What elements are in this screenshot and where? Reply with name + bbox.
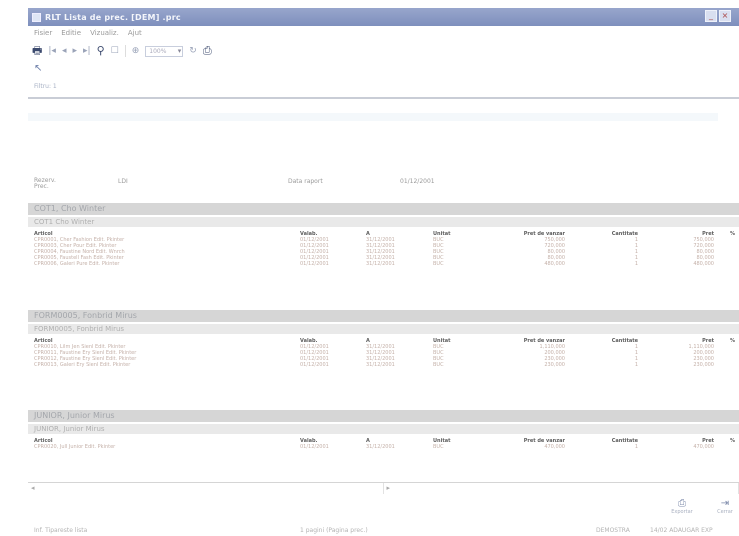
ruta-value: LDI bbox=[118, 178, 128, 185]
cell-pret: 230,000 bbox=[693, 362, 714, 368]
first-page-icon[interactable]: |◂ bbox=[48, 46, 56, 56]
cell-valab: 01/12/2001 bbox=[300, 444, 329, 450]
cell-pret-vanzar: 480,000 bbox=[544, 261, 565, 267]
cell-articol: CPR0006, Galeri Pure Edit. Pkinter bbox=[34, 261, 120, 267]
status-bar: Inf. Tipareste lista 1 pagini (Pagina pr… bbox=[28, 526, 739, 536]
export-icon[interactable]: ⎙ bbox=[203, 45, 212, 56]
group-subtitle: JUNIOR, Junior Mirus bbox=[28, 424, 739, 434]
print-icon[interactable]: 🖶 bbox=[32, 45, 42, 56]
cell-unitat: BUC bbox=[433, 444, 444, 450]
cell-a: 31/12/2001 bbox=[366, 261, 395, 267]
price-group: COT1, Cho Winter COT1 Cho Winter Articol… bbox=[28, 203, 739, 267]
group-subtitle: FORM0005, Fonbrid Mirus bbox=[28, 324, 739, 334]
price-group: JUNIOR, Junior Mirus JUNIOR, Junior Miru… bbox=[28, 410, 739, 450]
group-title: COT1, Cho Winter bbox=[28, 203, 739, 215]
cell-articol: CPR0013, Galeri Ery Sienl Edit. Pkinter bbox=[34, 362, 131, 368]
cell-pret: 470,000 bbox=[693, 444, 714, 450]
cell-pret: 480,000 bbox=[693, 261, 714, 267]
zoom-icon[interactable]: ⊕ bbox=[132, 46, 140, 56]
group-title: JUNIOR, Junior Mirus bbox=[28, 410, 739, 422]
export-doc-icon: ⎙ bbox=[678, 498, 686, 509]
cursor-icon[interactable]: ↖ bbox=[34, 63, 42, 74]
scroll-pane-right[interactable]: ▸ bbox=[384, 483, 739, 494]
app-icon bbox=[32, 12, 41, 22]
menu-bar: Fisier Editie Vizualiz. Ajut bbox=[28, 27, 739, 39]
toolbar: 🖶 |◂ ◂ ▸ ▸| ⚲ ☐ ⊕ 100% ↻ ⎙ bbox=[28, 42, 739, 60]
table-row: CPR0013, Galeri Ery Sienl Edit. Pkinter 0… bbox=[28, 362, 739, 368]
last-page-icon[interactable]: ▸| bbox=[83, 46, 91, 56]
status-user: DEMOSTRA bbox=[596, 527, 630, 534]
date-label: Data raport bbox=[288, 178, 323, 185]
refresh-icon[interactable]: ↻ bbox=[189, 46, 197, 56]
export-button[interactable]: ⎙ Exportar bbox=[669, 498, 695, 515]
menu-item-vizualiz[interactable]: Vizualiz. bbox=[90, 29, 119, 37]
export-button-label: Exportar bbox=[671, 509, 693, 515]
price-group: FORM0005, Fonbrid Mirus FORM0005, Fonbri… bbox=[28, 310, 739, 368]
cell-unitat: BUC bbox=[433, 261, 444, 267]
menu-item-fisier[interactable]: Fisier bbox=[34, 29, 52, 37]
zoom-select[interactable]: 100% bbox=[145, 45, 184, 57]
window-title: RLT Lista de prec. [DEM] .prc bbox=[45, 12, 181, 22]
cell-unitat: BUC bbox=[433, 362, 444, 368]
filter-label: Filtru: 1 bbox=[34, 83, 57, 90]
minimize-button[interactable]: _ bbox=[705, 10, 717, 22]
cell-valab: 01/12/2001 bbox=[300, 261, 329, 267]
cell-articol: CPR0020, Jull Junior Edit. Pkinter bbox=[34, 444, 116, 450]
next-page-icon[interactable]: ▸ bbox=[72, 46, 77, 56]
cell-a: 31/12/2001 bbox=[366, 444, 395, 450]
close-button[interactable]: ⇥ Cerrar bbox=[712, 498, 738, 515]
cell-cantitate: 1 bbox=[634, 444, 638, 450]
menu-item-editie[interactable]: Editie bbox=[61, 29, 81, 37]
status-middle: 1 pagini (Pagina prec.) bbox=[300, 527, 368, 534]
window-controls: _ × bbox=[705, 10, 731, 22]
cell-a: 31/12/2001 bbox=[366, 362, 395, 368]
prev-page-icon[interactable]: ◂ bbox=[62, 46, 67, 56]
status-left: Inf. Tipareste lista bbox=[34, 527, 88, 534]
table-row: CPR0020, Jull Junior Edit. Pkinter 01/12/… bbox=[28, 444, 739, 450]
close-button-label: Cerrar bbox=[717, 509, 733, 515]
ruta-label: Rezerv. Prec. bbox=[34, 177, 56, 190]
close-window-button[interactable]: × bbox=[719, 10, 731, 22]
scroll-right-icon[interactable]: ▸ bbox=[387, 484, 391, 492]
toolbar-separator bbox=[124, 45, 126, 57]
date-value: 01/12/2001 bbox=[400, 178, 435, 185]
find-icon[interactable]: ⚲ bbox=[97, 45, 105, 56]
table-row: CPR0006, Galeri Pure Edit. Pkinter 01/12/… bbox=[28, 261, 739, 267]
cell-pret-vanzar: 470,000 bbox=[544, 444, 565, 450]
window-titlebar: RLT Lista de prec. [DEM] .prc _ × bbox=[28, 8, 739, 26]
divider bbox=[28, 97, 739, 99]
scroll-left-icon[interactable]: ◂ bbox=[31, 484, 35, 492]
cell-valab: 01/12/2001 bbox=[300, 362, 329, 368]
scroll-pane-left[interactable]: ◂ bbox=[28, 483, 384, 494]
group-title: FORM0005, Fonbrid Mirus bbox=[28, 310, 739, 322]
cell-cantitate: 1 bbox=[634, 362, 638, 368]
cell-pret-vanzar: 230,000 bbox=[544, 362, 565, 368]
menu-item-ajut[interactable]: Ajut bbox=[128, 29, 142, 37]
status-info: 14/02 ADAUGAR EXP bbox=[650, 527, 713, 534]
page-setup-icon[interactable]: ☐ bbox=[111, 46, 119, 56]
group-subtitle: COT1 Cho Winter bbox=[28, 217, 739, 227]
close-door-icon: ⇥ bbox=[720, 498, 730, 509]
report-header-band bbox=[28, 113, 718, 121]
cell-cantitate: 1 bbox=[634, 261, 638, 267]
horizontal-scrollbar[interactable]: ◂ ▸ bbox=[28, 482, 739, 494]
